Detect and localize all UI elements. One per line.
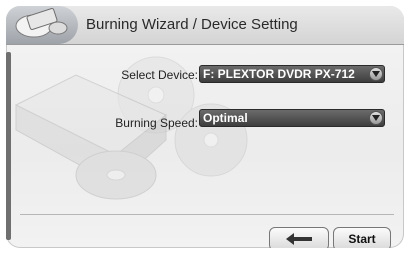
left-arrow-icon xyxy=(286,233,312,245)
wizard-logo-tab xyxy=(6,6,78,44)
chevron-down-icon[interactable] xyxy=(369,111,383,125)
disc-logo-icon xyxy=(15,8,68,38)
window-title: Burning Wizard / Device Setting xyxy=(86,16,298,33)
select-device-value: F: PLEXTOR DVDR PX-712 xyxy=(203,67,355,81)
burning-speed-value: Optimal xyxy=(203,111,248,125)
title-bar: Burning Wizard / Device Setting xyxy=(6,6,404,45)
start-button[interactable]: Start xyxy=(333,227,391,248)
footer-divider xyxy=(20,214,394,215)
wizard-window: Burning Wizard / Device Setting Select D… xyxy=(6,6,404,248)
burning-speed-label: Burning Speed: xyxy=(115,116,198,130)
back-button[interactable] xyxy=(269,227,329,248)
burning-speed-dropdown[interactable]: Optimal xyxy=(199,109,385,127)
select-device-label: Select Device: xyxy=(121,68,198,82)
select-device-dropdown[interactable]: F: PLEXTOR DVDR PX-712 xyxy=(199,65,385,83)
chevron-down-icon[interactable] xyxy=(369,67,383,81)
left-edge-strip xyxy=(6,52,11,240)
